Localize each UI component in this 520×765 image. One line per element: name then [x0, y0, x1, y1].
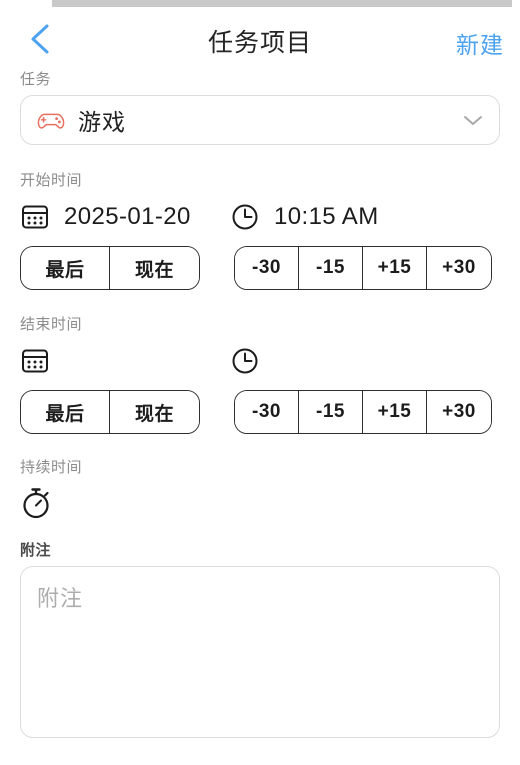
- end-date-picker[interactable]: [20, 346, 230, 376]
- start-preset-group: 最后 现在: [20, 246, 200, 290]
- end-adjust-plus-15[interactable]: +15: [363, 391, 427, 433]
- start-time-value: 10:15 AM: [274, 203, 379, 230]
- duration-value-group: [20, 486, 66, 520]
- start-adjust-group: -30 -15 +15 +30: [234, 246, 492, 290]
- calendar-icon: [20, 346, 50, 376]
- calendar-icon: [20, 202, 50, 232]
- start-preset-last[interactable]: 最后: [21, 247, 110, 289]
- task-selected-value: 游戏: [78, 109, 126, 135]
- start-adjust-plus-15[interactable]: +15: [363, 247, 427, 289]
- start-clock-picker[interactable]: 10:15 AM: [230, 202, 379, 232]
- start-adjust-minus-15[interactable]: -15: [299, 247, 363, 289]
- start-time-label: 开始时间: [20, 172, 83, 189]
- end-preset-group: 最后 现在: [20, 390, 200, 434]
- duration-row[interactable]: [20, 483, 520, 523]
- clock-icon: [230, 346, 260, 376]
- end-adjust-minus-30[interactable]: -30: [235, 391, 299, 433]
- status-bar-notch: [0, 0, 52, 7]
- start-adjust-plus-30[interactable]: +30: [427, 247, 491, 289]
- end-adjust-minus-15[interactable]: -15: [299, 391, 363, 433]
- form-content: 任务 游戏 开始时间 2025-01-20 10:15 AM 最后 现在 -30…: [0, 68, 520, 738]
- end-adjust-plus-30[interactable]: +30: [427, 391, 491, 433]
- end-time-buttons-row: 最后 现在 -30 -15 +15 +30: [20, 390, 520, 434]
- start-preset-now[interactable]: 现在: [110, 247, 199, 289]
- page-title: 任务项目: [207, 29, 312, 57]
- stopwatch-icon: [20, 486, 52, 520]
- duration-label: 持续时间: [20, 459, 83, 476]
- start-date-picker[interactable]: 2025-01-20: [20, 202, 230, 232]
- gamepad-icon: [37, 109, 65, 131]
- end-time-values-row: [20, 340, 520, 382]
- end-adjust-group: -30 -15 +15 +30: [234, 390, 492, 434]
- end-time-label: 结束时间: [20, 316, 83, 333]
- task-label: 任务: [20, 71, 52, 88]
- end-preset-last[interactable]: 最后: [21, 391, 110, 433]
- task-select[interactable]: 游戏: [20, 95, 500, 145]
- notes-label: 附注: [20, 542, 52, 559]
- task-select-value-group: 游戏: [37, 103, 461, 137]
- app-screen: 任务项目 新建 任务 游戏 开始时间 2025-01-20 10:15 AM 最…: [0, 0, 520, 765]
- clock-icon: [230, 202, 260, 232]
- end-clock-picker[interactable]: [230, 346, 274, 376]
- notes-input[interactable]: 附注: [20, 566, 500, 738]
- status-bar: [0, 0, 520, 7]
- end-preset-now[interactable]: 现在: [110, 391, 199, 433]
- notes-placeholder: 附注: [37, 586, 84, 611]
- start-date-value: 2025-01-20: [64, 203, 191, 230]
- new-button[interactable]: 新建: [456, 26, 504, 60]
- start-time-buttons-row: 最后 现在 -30 -15 +15 +30: [20, 246, 520, 290]
- status-bar-edge: [512, 0, 520, 7]
- start-adjust-minus-30[interactable]: -30: [235, 247, 299, 289]
- navigation-bar: 任务项目 新建: [0, 7, 520, 68]
- chevron-down-icon[interactable]: [461, 112, 485, 128]
- start-time-values-row: 2025-01-20 10:15 AM: [20, 196, 520, 238]
